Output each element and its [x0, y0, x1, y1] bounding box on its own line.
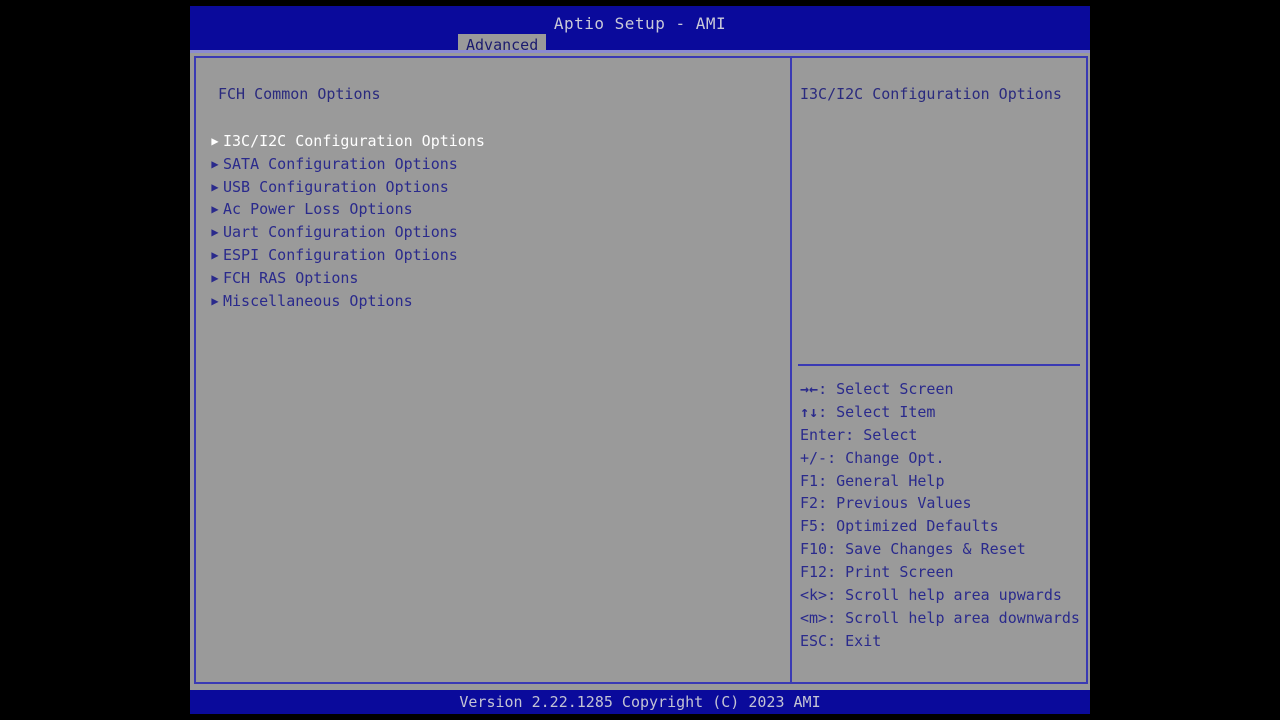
submenu-arrow-icon: ▶ [211, 293, 219, 308]
key-legend-action: : Select Item [818, 402, 936, 421]
key-legend-key: +/- [800, 448, 828, 467]
key-legend-enter: Enter: Select [800, 424, 1085, 447]
key-legend-f2-previous-values: F2: Previous Values [800, 492, 1085, 515]
left-right-arrows-icon: →← [800, 380, 819, 398]
title-bar: Aptio Setup - AMI Advanced [190, 6, 1090, 56]
menu-item-miscellaneous-options[interactable]: ▶ Miscellaneous Options [202, 290, 782, 313]
menu-tab-strip: Advanced [190, 34, 1090, 56]
menu-item-fch-ras-options[interactable]: ▶ FCH RAS Options [202, 267, 782, 290]
key-legend-action: : Print Screen [827, 563, 954, 582]
key-legend-key: F2 [800, 494, 819, 513]
status-bar: Version 2.22.1285 Copyright (C) 2023 AMI [190, 690, 1090, 714]
key-legend-scroll-help-downwards: <m>: Scroll help area downwards [800, 607, 1085, 630]
key-legend-action: : Scroll help area downwards [827, 608, 1080, 627]
key-legend-action: : Scroll help area upwards [827, 586, 1062, 605]
key-legend-key: ESC [800, 631, 828, 650]
menu-item-usb-configuration-options[interactable]: ▶ USB Configuration Options [202, 176, 782, 199]
key-legend-esc-exit: ESC: Exit [800, 630, 1085, 653]
submenu-arrow-icon: ▶ [211, 134, 219, 148]
help-separator [798, 364, 1080, 366]
menu-item-label: FCH RAS Options [223, 268, 359, 287]
key-legend-select-screen: →←: Select Screen [800, 378, 1085, 401]
menu-item-label: Miscellaneous Options [223, 291, 413, 310]
key-legend-scroll-help-upwards: <k>: Scroll help area upwards [800, 584, 1085, 607]
key-legend-change-opt: +/-: Change Opt. [800, 447, 1085, 470]
key-legend-key: Enter [800, 425, 846, 444]
menu-item-label: Ac Power Loss Options [223, 200, 413, 219]
key-legend-f12-print-screen: F12: Print Screen [800, 561, 1085, 584]
menu-item-sata-configuration-options[interactable]: ▶ SATA Configuration Options [202, 153, 782, 176]
submenu-arrow-icon: ▶ [211, 156, 219, 171]
key-legend-key: F12 [800, 563, 828, 582]
settings-pane: FCH Common Options ▶ I3C/I2C Configurati… [196, 58, 790, 682]
key-legend-action: : Save Changes & Reset [827, 540, 1026, 559]
menu-item-label: Uart Configuration Options [223, 223, 458, 242]
page-title: FCH Common Options [218, 85, 381, 103]
key-legend-f1-general-help: F1: General Help [800, 470, 1085, 493]
menu-item-label: USB Configuration Options [223, 177, 449, 196]
up-down-arrows-icon: ↑↓ [800, 402, 819, 421]
submenu-arrow-icon: ▶ [211, 179, 219, 194]
screen-backdrop: Aptio Setup - AMI Advanced FCH Common Op… [0, 0, 1280, 720]
bios-setup-window: Aptio Setup - AMI Advanced FCH Common Op… [190, 6, 1090, 714]
menu-item-label: ESPI Configuration Options [223, 245, 458, 264]
key-legend-action: : Optimized Defaults [818, 517, 999, 536]
settings-menu-list: ▶ I3C/I2C Configuration Options ▶ SATA C… [202, 130, 782, 312]
key-legend-action: : General Help [818, 471, 945, 490]
menu-item-espi-configuration-options[interactable]: ▶ ESPI Configuration Options [202, 244, 782, 267]
help-description-text: I3C/I2C Configuration Options [800, 85, 1062, 103]
menu-item-label: I3C/I2C Configuration Options [223, 132, 485, 150]
key-legend-action: : Previous Values [818, 494, 972, 513]
key-legend-key: F10 [800, 540, 828, 559]
content-frame: FCH Common Options ▶ I3C/I2C Configurati… [194, 56, 1088, 684]
submenu-arrow-icon: ▶ [211, 202, 219, 217]
key-legend-f5-optimized-defaults: F5: Optimized Defaults [800, 515, 1085, 538]
title-underline [190, 50, 1090, 53]
key-legend-f10-save-changes-and-reset: F10: Save Changes & Reset [800, 538, 1085, 561]
app-title: Aptio Setup - AMI [553, 14, 727, 33]
key-legend-key: <k> [800, 586, 828, 605]
key-legend-action: : Exit [827, 631, 882, 650]
key-legend-action: : Change Opt. [827, 448, 945, 467]
menu-item-ac-power-loss-options[interactable]: ▶ Ac Power Loss Options [202, 198, 782, 221]
key-legend-key: F1 [800, 471, 819, 490]
submenu-arrow-icon: ▶ [211, 270, 219, 285]
menu-item-uart-configuration-options[interactable]: ▶ Uart Configuration Options [202, 221, 782, 244]
help-pane: I3C/I2C Configuration Options →←: Select… [792, 58, 1086, 682]
version-copyright-text: Version 2.22.1285 Copyright (C) 2023 AMI [459, 693, 821, 711]
key-legend-select-item: ↑↓: Select Item [800, 401, 1085, 424]
key-legend-key: <m> [800, 608, 828, 627]
key-legend-key: F5 [800, 517, 819, 536]
menu-item-i3c-i2c-configuration-options[interactable]: ▶ I3C/I2C Configuration Options [202, 130, 782, 153]
key-legend-action: : Select [845, 425, 918, 444]
menu-item-label: SATA Configuration Options [223, 154, 458, 173]
submenu-arrow-icon: ▶ [211, 225, 219, 240]
key-legend-action: : Select Screen [818, 380, 954, 398]
submenu-arrow-icon: ▶ [211, 247, 219, 262]
key-legend-list: →←: Select Screen ↑↓: Select Item Enter:… [800, 378, 1085, 653]
